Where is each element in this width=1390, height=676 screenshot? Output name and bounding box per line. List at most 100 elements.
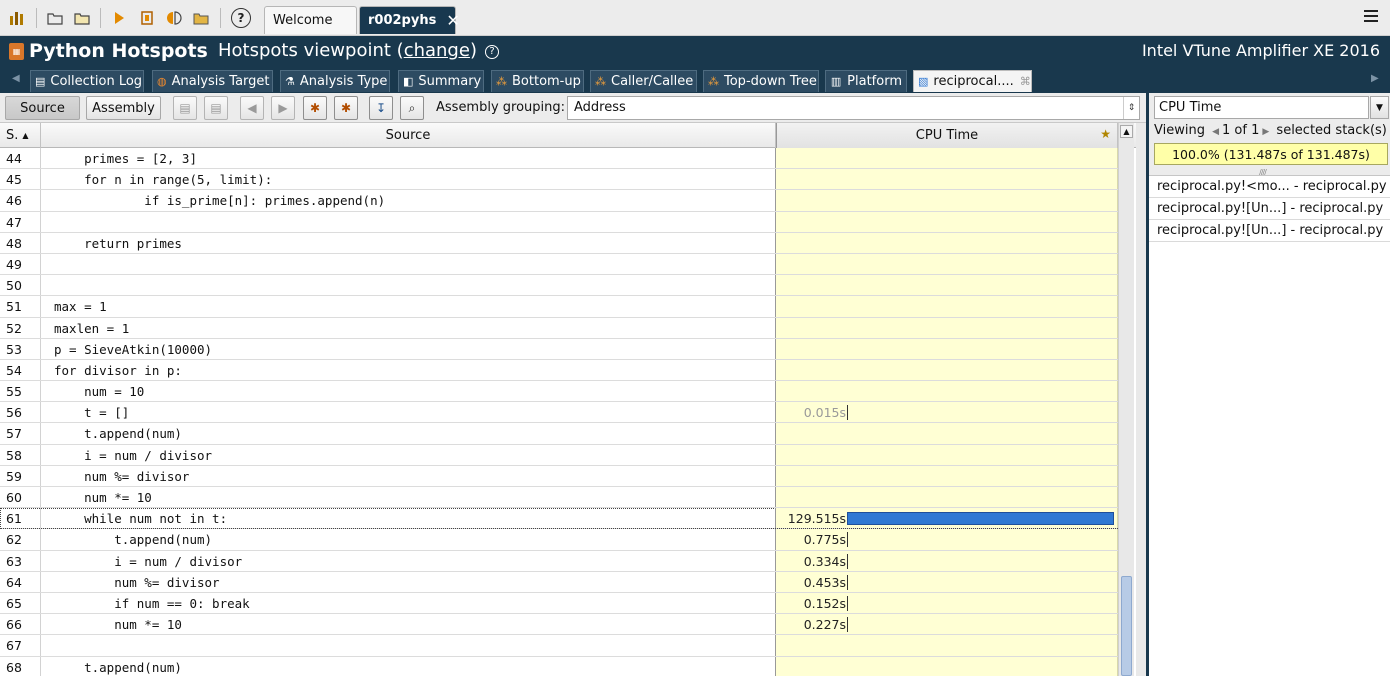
open-source-editor-icon[interactable]: ↧ xyxy=(369,96,393,120)
tab-summary[interactable]: ◧ Summary xyxy=(398,70,484,92)
table-row[interactable]: 52 maxlen = 1 xyxy=(0,317,1118,339)
platform-icon: ▥ xyxy=(830,75,842,88)
line-number: 59 xyxy=(0,465,41,486)
table-row[interactable]: 44 primes = [2, 3] xyxy=(0,148,1118,170)
caller-callee-icon: ⁂ xyxy=(595,75,606,88)
table-row[interactable]: 45 for n in range(5, limit): xyxy=(0,169,1118,191)
scroll-up-icon[interactable]: ▲ xyxy=(1120,125,1133,138)
line-number: 48 xyxy=(0,232,41,253)
column-header-source[interactable]: Source xyxy=(41,123,776,148)
tab-platform[interactable]: ▥ Platform xyxy=(825,70,907,92)
scrollbar-thumb[interactable] xyxy=(1121,576,1132,676)
tab-source-file[interactable]: ▧ reciprocal.... ⌘ xyxy=(913,70,1032,92)
tab-result[interactable]: r002pyhs ✕ xyxy=(359,6,460,34)
source-code: num *= 10 xyxy=(41,614,776,635)
stack-metric-select[interactable]: CPU Time xyxy=(1154,96,1369,119)
compare-icon[interactable] xyxy=(163,7,185,29)
viewpoint-help-icon[interactable]: ? xyxy=(484,45,499,59)
cpu-time-cell xyxy=(776,465,1118,486)
tab-collection-log[interactable]: ▤ Collection Log xyxy=(30,70,144,92)
table-row[interactable]: 57 t.append(num) xyxy=(0,423,1118,445)
table-row[interactable]: 64 num %= divisor 0.453s xyxy=(0,571,1118,593)
close-icon[interactable]: ✕ xyxy=(446,11,459,30)
vertical-scrollbar[interactable]: ▲ xyxy=(1118,123,1134,676)
run-icon[interactable] xyxy=(108,7,130,29)
tab-bottom-up[interactable]: ⁂ Bottom-up xyxy=(491,70,584,92)
tab-caller-callee[interactable]: ⁂ Caller/Callee xyxy=(590,70,697,92)
table-row[interactable]: 47 xyxy=(0,211,1118,233)
source-code xyxy=(41,275,776,296)
column-header-line-label: S. xyxy=(6,128,19,143)
change-viewpoint-link[interactable]: change xyxy=(404,40,470,61)
scroll-up-hotspot-icon[interactable]: ▤ xyxy=(173,96,197,120)
chart-icon[interactable] xyxy=(6,7,28,29)
scroll-down-hotspot-icon[interactable]: ▤ xyxy=(204,96,228,120)
table-row[interactable]: 68 t.append(num) xyxy=(0,656,1118,676)
tab-label: Analysis Target xyxy=(171,74,270,89)
prev-hotspot-icon[interactable]: ◀ xyxy=(240,96,264,120)
prev-stack-icon[interactable]: ◀ xyxy=(1212,127,1219,137)
new-project-icon[interactable] xyxy=(44,7,66,29)
cpu-time-value: 0.152s xyxy=(803,595,846,611)
tab-label: Caller/Callee xyxy=(611,74,694,89)
table-row[interactable]: 66 num *= 10 0.227s xyxy=(0,614,1118,636)
column-header-line[interactable]: S. ▲ xyxy=(0,123,41,148)
table-row[interactable]: 58 i = num / divisor xyxy=(0,444,1118,466)
table-row[interactable]: 63 i = num / divisor 0.334s xyxy=(0,550,1118,572)
goto-bigger-hotspot-icon[interactable]: ✱ xyxy=(334,96,358,120)
table-row[interactable]: 50 xyxy=(0,275,1118,297)
table-row[interactable]: 54 for divisor in p: xyxy=(0,359,1118,382)
table-row[interactable]: 59 num %= divisor xyxy=(0,465,1118,487)
line-number: 58 xyxy=(0,444,41,465)
menu-icon[interactable] xyxy=(1364,10,1378,25)
cpu-time-cell xyxy=(776,656,1118,676)
cpu-time-cell: 0.015s xyxy=(776,402,1118,423)
search-icon[interactable]: ⌕ xyxy=(400,96,424,120)
tabs-scroll-right-icon[interactable]: ▶ xyxy=(1371,73,1379,84)
source-code: for n in range(5, limit): xyxy=(41,169,776,190)
table-row[interactable]: 48 return primes xyxy=(0,232,1118,254)
table-row[interactable]: 60 num *= 10 xyxy=(0,487,1118,509)
sort-ascending-icon: ▲ xyxy=(22,131,29,140)
tab-analysis-type[interactable]: ⚗ Analysis Type xyxy=(280,70,390,92)
open-project-icon[interactable] xyxy=(71,7,93,29)
tab-label: reciprocal.... xyxy=(933,74,1014,89)
tab-analysis-target[interactable]: ◍ Analysis Target xyxy=(152,70,273,92)
table-row[interactable]: 55 num = 10 xyxy=(0,381,1118,403)
next-hotspot-icon[interactable]: ▶ xyxy=(271,96,295,120)
close-tab-icon[interactable]: ⌘ xyxy=(1020,75,1031,88)
table-row[interactable]: 56 t = [] 0.015s xyxy=(0,402,1118,424)
goto-smaller-hotspot-icon[interactable]: ✱ xyxy=(303,96,327,120)
tabs-scroll-left-icon[interactable]: ◀ xyxy=(12,73,20,84)
line-number: 60 xyxy=(0,487,41,508)
source-code xyxy=(41,253,776,275)
table-row[interactable]: 53 p = SieveAtkin(10000) xyxy=(0,338,1118,360)
cpu-time-bar xyxy=(847,553,848,569)
viewing-label: Viewing xyxy=(1154,123,1205,138)
product-name: Intel VTune Amplifier XE 2016 xyxy=(1141,41,1380,60)
assembly-view-button[interactable]: Assembly xyxy=(86,96,161,120)
next-stack-icon[interactable]: ▶ xyxy=(1262,127,1269,137)
help-icon[interactable]: ? xyxy=(231,8,251,28)
stack-frame[interactable]: reciprocal.py!<mo... - reciprocal.py xyxy=(1149,176,1390,198)
stack-frame[interactable]: reciprocal.py![Un...] - reciprocal.py xyxy=(1149,220,1390,242)
source-view-button[interactable]: Source xyxy=(5,96,80,120)
open-result-icon[interactable] xyxy=(190,7,212,29)
tab-top-down-tree[interactable]: ⁂ Top-down Tree xyxy=(703,70,819,92)
table-row[interactable]: 65 if num == 0: break 0.152s xyxy=(0,592,1118,615)
column-header-cpu-time[interactable]: CPU Time ★ xyxy=(776,123,1118,148)
table-row[interactable]: 46 if is_prime[n]: primes.append(n) xyxy=(0,190,1118,212)
cpu-time-cell xyxy=(776,275,1118,296)
cpu-time-cell xyxy=(776,253,1118,275)
table-row[interactable]: 51 max = 1 xyxy=(0,296,1118,318)
stop-icon[interactable] xyxy=(136,7,158,29)
table-row[interactable]: 49 xyxy=(0,253,1118,276)
tab-welcome[interactable]: Welcome xyxy=(264,6,357,34)
stack-frame[interactable]: reciprocal.py![Un...] - reciprocal.py xyxy=(1149,198,1390,220)
cpu-time-cell xyxy=(776,211,1118,232)
table-row[interactable]: 62 t.append(num) 0.775s xyxy=(0,529,1118,551)
chevron-down-icon[interactable]: ▼ xyxy=(1370,96,1389,119)
table-row[interactable]: 67 xyxy=(0,635,1118,657)
table-row[interactable]: 61 while num not in t: 129.515s xyxy=(0,508,1118,530)
assembly-grouping-select[interactable]: Address ⇕ xyxy=(567,96,1140,120)
